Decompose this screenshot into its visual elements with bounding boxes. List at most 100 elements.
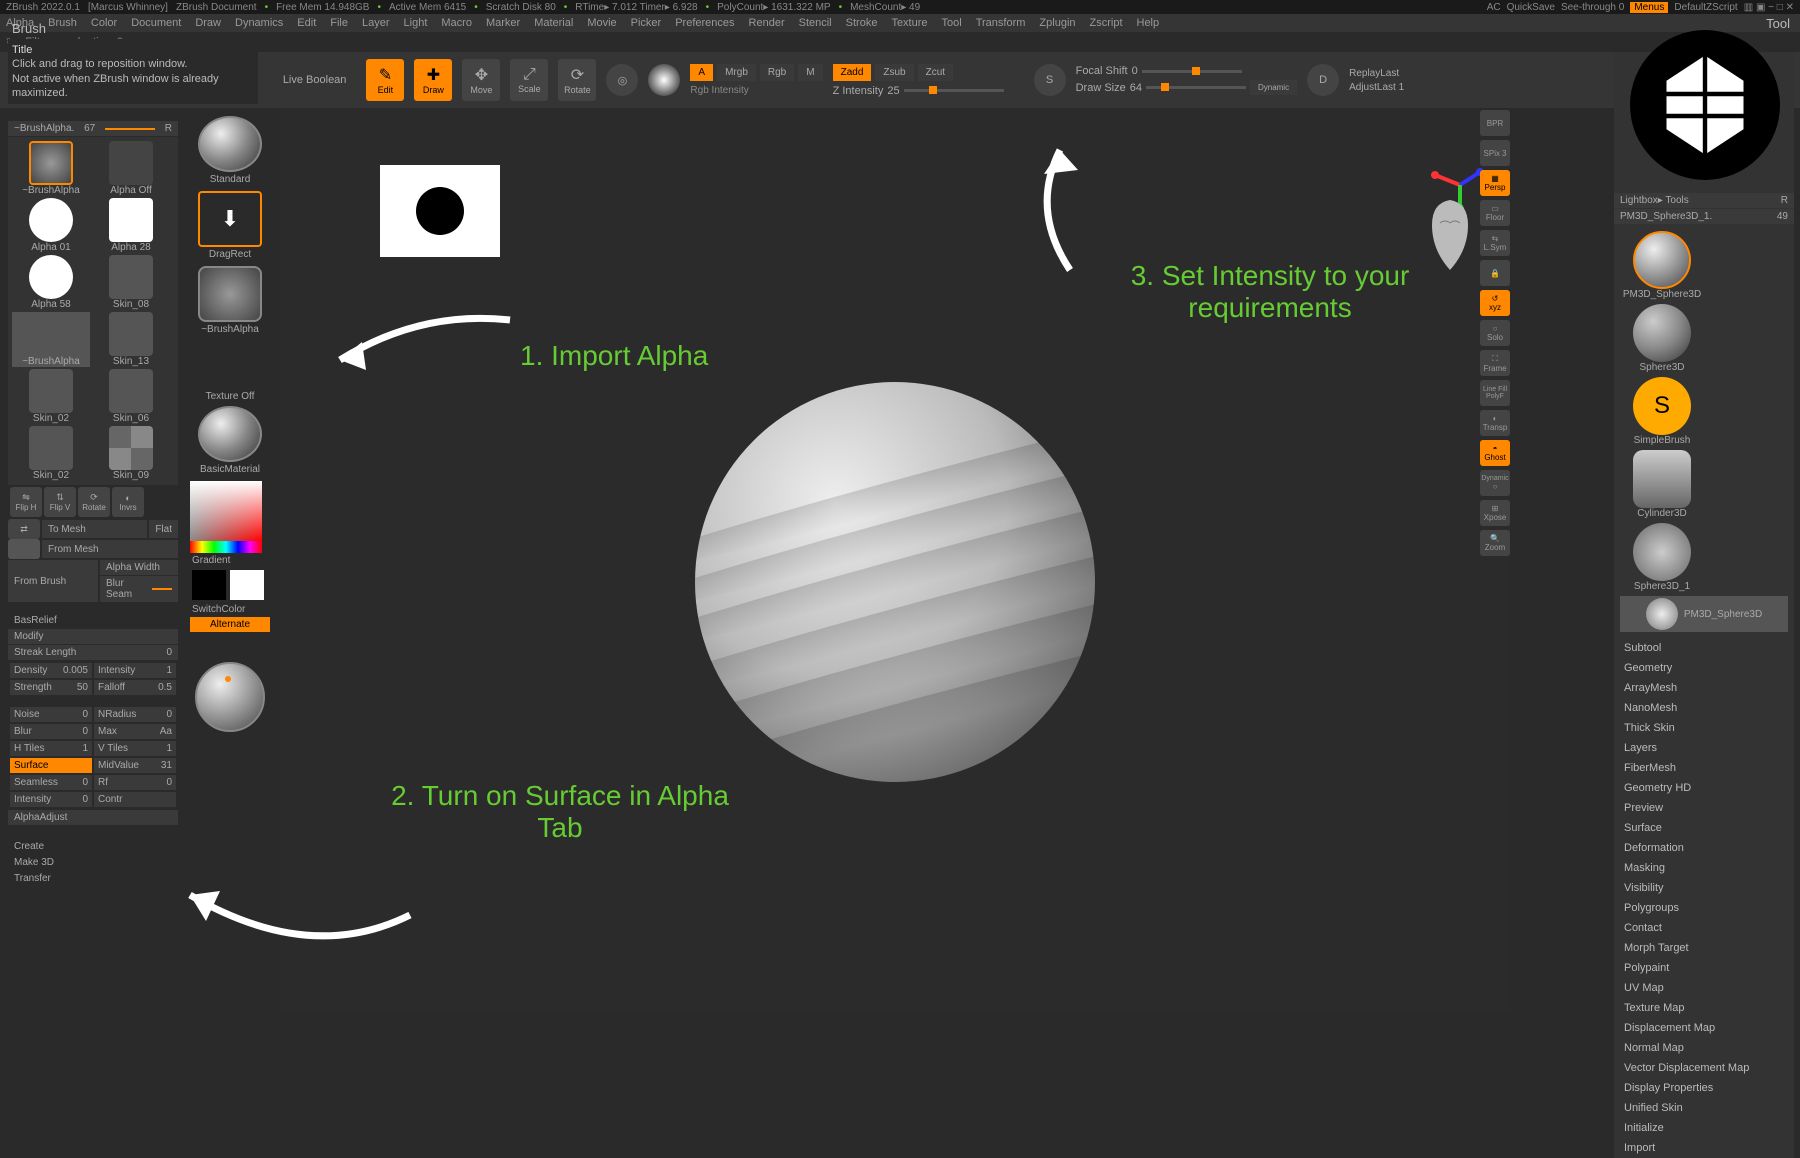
frame-button[interactable]: ⛶Frame: [1480, 350, 1510, 376]
intensity-row[interactable]: Intensity1: [94, 663, 176, 678]
focal-shift-value[interactable]: 0: [1132, 65, 1138, 77]
alpha-item[interactable]: Alpha Off: [92, 141, 170, 196]
cc-button[interactable]: ⇄: [8, 519, 40, 539]
focal-slider[interactable]: [1142, 70, 1242, 73]
preview-sphere[interactable]: [195, 662, 265, 732]
tool-item[interactable]: SSimpleBrush: [1620, 377, 1704, 446]
alpha-item[interactable]: ~BrushAlpha: [12, 312, 90, 367]
section-layers[interactable]: Layers: [1614, 738, 1794, 758]
sculptris-icon[interactable]: [648, 64, 680, 96]
standard-brush[interactable]: Standard: [190, 116, 270, 185]
streak-row[interactable]: Streak Length0: [8, 645, 178, 660]
section-surface[interactable]: Surface: [1614, 818, 1794, 838]
window-controls[interactable]: ▥ ▣ − □ ✕: [1744, 2, 1794, 13]
flat-button[interactable]: Flat: [149, 520, 178, 538]
menu-stroke[interactable]: Stroke: [846, 17, 878, 29]
z-intensity-value[interactable]: 25: [887, 85, 899, 97]
rotate-alpha-button[interactable]: ⟳Rotate: [78, 487, 110, 517]
linefill-button[interactable]: Line FillPolyF: [1480, 380, 1510, 406]
gradient-label[interactable]: Gradient: [190, 553, 270, 568]
replay-last-button[interactable]: ReplayLast: [1349, 68, 1404, 79]
brush-alpha-row[interactable]: ~BrushAlpha. 67 R: [8, 121, 178, 136]
intensity2-row[interactable]: Intensity0: [10, 792, 92, 807]
transp-button[interactable]: ◐Transp: [1480, 410, 1510, 436]
rgb-intensity-label[interactable]: Rgb Intensity: [690, 85, 822, 96]
ghost-button[interactable]: ◓Ghost: [1480, 440, 1510, 466]
menu-macro[interactable]: Macro: [441, 17, 472, 29]
alpha-item[interactable]: Skin_08: [92, 255, 170, 310]
quicksave-button[interactable]: QuickSave: [1507, 2, 1555, 13]
section-normalmap[interactable]: Normal Map: [1614, 1038, 1794, 1058]
brush-alpha-value[interactable]: 67: [84, 123, 95, 134]
from-brush-button[interactable]: From Brush: [8, 560, 98, 602]
vtiles-row[interactable]: V Tiles1: [94, 741, 176, 756]
to-mesh-button[interactable]: To Mesh: [42, 520, 147, 538]
section-geometry[interactable]: Geometry: [1614, 658, 1794, 678]
tool-item[interactable]: Sphere3D_1: [1620, 523, 1704, 592]
a-button[interactable]: A: [690, 64, 713, 81]
dynamic-toggle[interactable]: Dynamic: [1250, 80, 1297, 95]
dragrect-stroke[interactable]: ⬇DragRect: [190, 191, 270, 260]
live-boolean-button[interactable]: Live Boolean: [273, 74, 357, 86]
lsym-button[interactable]: ⇆L.Sym: [1480, 230, 1510, 256]
menu-file[interactable]: File: [330, 17, 348, 29]
brush-section-title[interactable]: Brush: [8, 18, 258, 39]
alpha-width[interactable]: Alpha Width: [100, 560, 178, 575]
xyz-button[interactable]: ↺xyz: [1480, 290, 1510, 316]
xpose-button[interactable]: ⊞Xpose: [1480, 500, 1510, 526]
rf-row[interactable]: Rf0: [94, 775, 176, 790]
alpha-item[interactable]: Alpha 58: [12, 255, 90, 310]
menu-render[interactable]: Render: [749, 17, 785, 29]
section-masking[interactable]: Masking: [1614, 858, 1794, 878]
section-unifiedskin[interactable]: Unified Skin: [1614, 1098, 1794, 1118]
s-icon[interactable]: S: [1034, 64, 1066, 96]
section-thickskin[interactable]: Thick Skin: [1614, 718, 1794, 738]
spix-button[interactable]: SPix3: [1480, 140, 1510, 166]
alpha-item[interactable]: Skin_06: [92, 369, 170, 424]
rotate-button[interactable]: ⟳Rotate: [558, 59, 596, 101]
tool-item[interactable]: PM3D_Sphere3D: [1620, 596, 1788, 632]
mrgb-button[interactable]: Mrgb: [717, 64, 756, 81]
alpha-item[interactable]: Alpha 01: [12, 198, 90, 253]
menu-preferences[interactable]: Preferences: [675, 17, 734, 29]
modify-header[interactable]: Modify: [8, 629, 178, 644]
menu-edit[interactable]: Edit: [297, 17, 316, 29]
scale-button[interactable]: ⤢Scale: [510, 59, 548, 101]
section-dispmap[interactable]: Displacement Map: [1614, 1018, 1794, 1038]
section-fibermesh[interactable]: FiberMesh: [1614, 758, 1794, 778]
section-deformation[interactable]: Deformation: [1614, 838, 1794, 858]
tool-item[interactable]: Cylinder3D: [1620, 450, 1704, 519]
strength-row[interactable]: Strength50: [10, 680, 92, 695]
alpha-item[interactable]: ~BrushAlpha: [12, 141, 90, 196]
alpha-adjust[interactable]: AlphaAdjust: [8, 810, 178, 825]
cc2-button[interactable]: [8, 539, 40, 559]
zcut-button[interactable]: Zcut: [918, 64, 953, 81]
alpha-item[interactable]: Skin_02: [12, 426, 90, 481]
lightbox-tools[interactable]: Lightbox▸ ToolsR: [1614, 193, 1794, 208]
surface-button[interactable]: Surface: [10, 758, 92, 773]
nradius-row[interactable]: NRadius0: [94, 707, 176, 722]
menu-picker[interactable]: Picker: [631, 17, 662, 29]
alpha-item[interactable]: Skin_13: [92, 312, 170, 367]
blur-seam[interactable]: Blur Seam: [100, 576, 178, 602]
menu-marker[interactable]: Marker: [486, 17, 520, 29]
menu-layer[interactable]: Layer: [362, 17, 390, 29]
section-contact[interactable]: Contact: [1614, 918, 1794, 938]
tool-title[interactable]: Tool: [1762, 13, 1794, 34]
bpr-button[interactable]: BPR: [1480, 110, 1510, 136]
adjust-last-value[interactable]: 1: [1399, 82, 1405, 93]
noise-row[interactable]: Noise0: [10, 707, 92, 722]
see-through[interactable]: See-through 0: [1561, 2, 1624, 13]
zsub-button[interactable]: Zsub: [875, 64, 913, 81]
inverse-button[interactable]: ◐Invrs: [112, 487, 144, 517]
section-texmap[interactable]: Texture Map: [1614, 998, 1794, 1018]
floor-button[interactable]: ▭Floor: [1480, 200, 1510, 226]
edit-button[interactable]: ✎Edit: [366, 59, 404, 101]
tool-name-row[interactable]: PM3D_Sphere3D_1.49: [1614, 209, 1794, 224]
section-vdm[interactable]: Vector Displacement Map: [1614, 1058, 1794, 1078]
brushalpha-slot[interactable]: ~BrushAlpha: [190, 266, 270, 335]
falloff-row[interactable]: Falloff0.5: [94, 680, 176, 695]
color-picker[interactable]: [190, 481, 262, 541]
draw-button[interactable]: ✚Draw: [414, 59, 452, 101]
persp-button[interactable]: ▦Persp: [1480, 170, 1510, 196]
